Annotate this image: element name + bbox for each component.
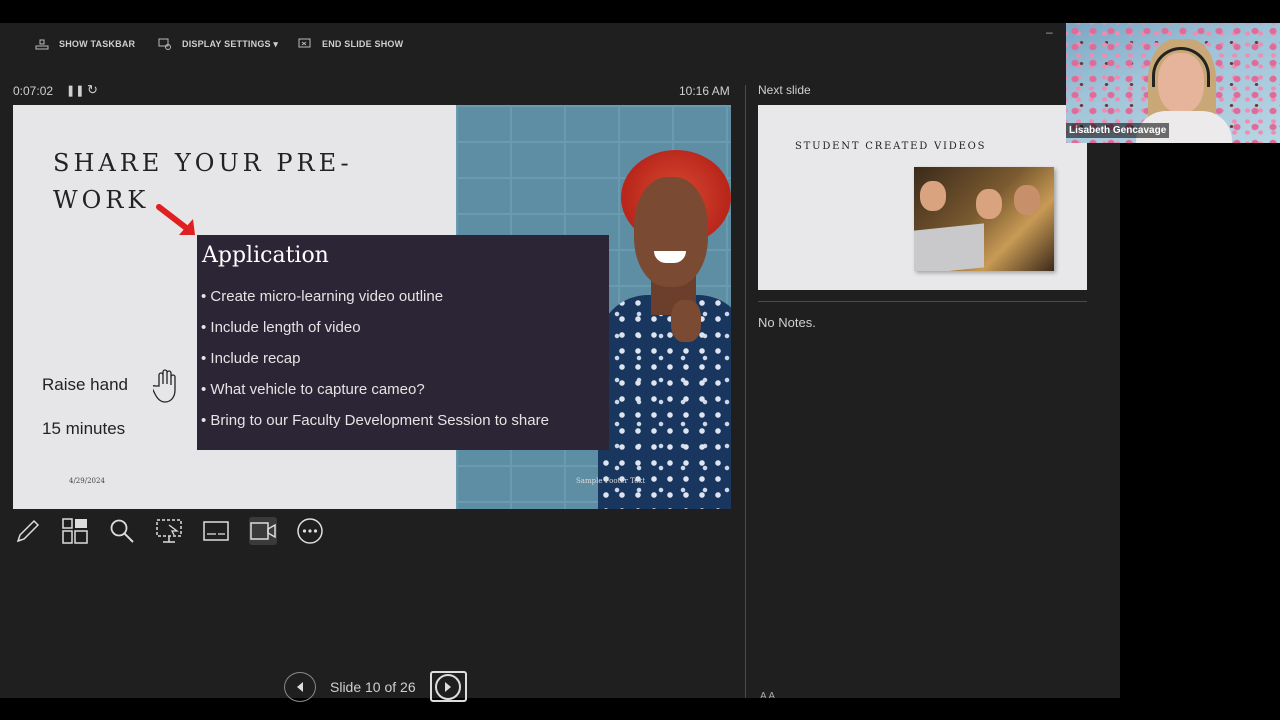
previous-slide-button[interactable] — [284, 671, 316, 702]
presenter-tools — [14, 517, 324, 545]
notes-zoom-label: A A — [760, 691, 776, 698]
pointer-screen-icon[interactable] — [155, 517, 183, 545]
list-item: Bring to our Faculty Development Session… — [201, 412, 605, 443]
next-slide-photo — [914, 167, 1054, 271]
subtitles-icon[interactable] — [202, 517, 230, 545]
show-taskbar-button[interactable]: SHOW TASKBAR — [35, 38, 135, 50]
application-heading: Application — [202, 243, 329, 268]
webcam-video[interactable]: Lisabeth Gencavage — [1066, 23, 1280, 143]
next-slide-label: Next slide — [758, 83, 811, 97]
duration-text: 15 minutes — [42, 419, 126, 438]
end-slide-show-label: END SLIDE SHOW — [322, 39, 404, 49]
pen-icon[interactable] — [14, 517, 42, 545]
application-box: Application Create micro-learning video … — [197, 235, 609, 450]
display-settings-icon — [158, 38, 171, 50]
list-item: What vehicle to capture cameo? — [201, 381, 605, 412]
previous-arrow-icon — [297, 681, 303, 692]
presenter-toolbar: SHOW TASKBAR DISPLAY SETTINGS ▾ END SLID… — [0, 23, 1120, 67]
next-arrow-icon — [445, 681, 452, 692]
application-list: Create micro-learning video outline Incl… — [201, 288, 605, 443]
minimize-button[interactable]: – — [1046, 25, 1053, 39]
end-show-icon — [298, 38, 311, 48]
taskbar-icon — [35, 39, 49, 50]
slide-title: SHARE YOUR PRE-WORK — [53, 149, 353, 214]
show-taskbar-label: SHOW TASKBAR — [59, 39, 136, 49]
presenter-view: SHOW TASKBAR DISPLAY SETTINGS ▾ END SLID… — [0, 23, 1120, 702]
restart-timer-icon[interactable]: ↻ — [87, 82, 98, 98]
slide-counter[interactable]: Slide 10 of 26 — [330, 679, 416, 695]
pause-timer-icon[interactable]: ❚❚ — [66, 84, 84, 97]
raised-hand-icon — [153, 369, 176, 403]
camera-icon[interactable] — [249, 517, 277, 545]
participant-name: Lisabeth Gencavage — [1066, 123, 1170, 138]
list-item: Include recap — [201, 350, 605, 381]
list-item: Create micro-learning video outline — [201, 288, 605, 319]
next-slide-thumbnail[interactable]: STUDENT CREATED VIDEOS — [758, 105, 1087, 290]
current-slide[interactable]: SHARE YOUR PRE-WORK Raise hand 15 minute… — [13, 105, 731, 509]
next-slide-title: STUDENT CREATED VIDEOS — [795, 141, 987, 152]
pane-divider[interactable] — [745, 85, 746, 698]
raise-hand-text: Raise hand — [42, 375, 129, 394]
red-arrow-icon — [156, 204, 195, 235]
display-settings-label: DISPLAY SETTINGS ▾ — [182, 38, 279, 49]
next-slide-button[interactable] — [429, 671, 467, 702]
elapsed-timer: 0:07:02 — [13, 84, 54, 98]
end-slide-show-button[interactable]: END SLIDE SHOW — [298, 38, 403, 50]
notes-divider — [758, 301, 1087, 302]
list-item: Include length of video — [201, 319, 605, 350]
slides-grid-icon[interactable] — [61, 517, 89, 545]
speaker-notes[interactable]: No Notes. — [758, 315, 816, 330]
slide-date: 4/29/2024 — [69, 477, 105, 485]
slide-navigation: Slide 10 of 26 — [284, 671, 467, 702]
display-settings-button[interactable]: DISPLAY SETTINGS ▾ — [158, 38, 278, 50]
slide-footer: Sample Footer Text — [576, 477, 646, 485]
more-options-icon[interactable] — [296, 517, 324, 545]
zoom-icon[interactable] — [108, 517, 136, 545]
current-time: 10:16 AM — [679, 84, 730, 98]
